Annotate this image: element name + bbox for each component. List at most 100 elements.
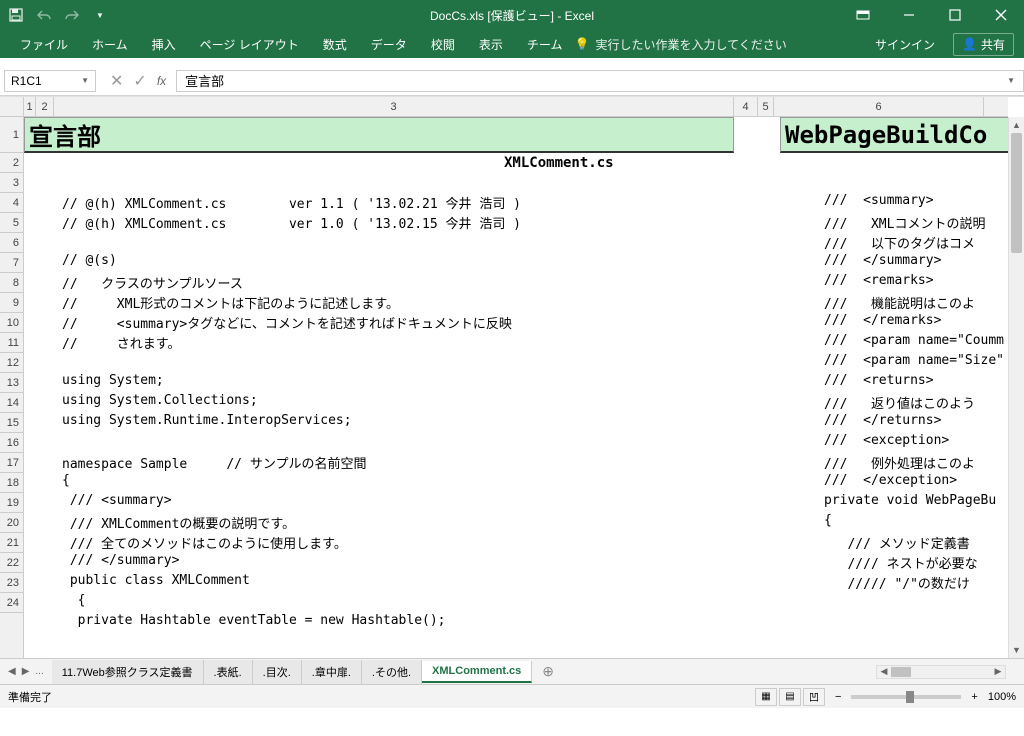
sheet-tab[interactable]: .目次. [253, 660, 302, 684]
tab-data[interactable]: データ [359, 30, 419, 59]
sheet-tab[interactable]: 11.7Web参照クラス定義書 [52, 660, 204, 684]
scroll-up-icon[interactable]: ▲ [1009, 117, 1024, 133]
code-row-right[interactable]: /// <param name="Size" [824, 353, 1024, 368]
row-header-14[interactable]: 14 [0, 393, 23, 413]
hscroll-thumb[interactable] [891, 667, 911, 677]
row-header-9[interactable]: 9 [0, 293, 23, 313]
code-row-right[interactable]: /// 機能説明はこのよ [824, 293, 1024, 312]
code-row-right[interactable]: /// 返り値はこのよう [824, 393, 1024, 412]
row-header-16[interactable]: 16 [0, 433, 23, 453]
code-row-right[interactable]: private void WebPageBu [824, 493, 1024, 508]
code-row-right[interactable]: /// メソッド定義書 [824, 533, 1024, 552]
tell-me-box[interactable]: 💡 実行したい作業を入力してください [574, 36, 786, 53]
sheet-tab-active[interactable]: XMLComment.cs [422, 661, 532, 683]
code-row-right[interactable]: /// <remarks> [824, 273, 1024, 288]
code-row[interactable]: private Hashtable eventTable = new Hasht… [62, 613, 446, 628]
zoom-knob[interactable] [906, 691, 914, 703]
code-row[interactable]: /// </summary> [62, 553, 179, 568]
code-row-right[interactable]: /// <param name="Coumm [824, 333, 1024, 348]
zoom-level[interactable]: 100% [988, 691, 1016, 703]
code-row-right[interactable]: /// 例外処理はこのよ [824, 453, 1024, 472]
select-all-corner[interactable] [0, 97, 24, 116]
scroll-left-icon[interactable]: ◀ [877, 666, 891, 677]
tab-home[interactable]: ホーム [80, 30, 140, 59]
code-row-right[interactable]: /// XMLコメントの説明 [824, 213, 1024, 232]
scroll-right-icon[interactable]: ▶ [991, 666, 1005, 677]
scrollbar-thumb[interactable] [1011, 133, 1022, 253]
code-row[interactable]: using System.Runtime.InteropServices; [62, 413, 352, 428]
code-row-right[interactable]: /// <exception> [824, 433, 1024, 448]
code-row-right[interactable]: /// <returns> [824, 373, 1024, 388]
code-row-right[interactable]: /// </remarks> [824, 313, 1024, 328]
view-page-break-icon[interactable]: 凹 [803, 688, 825, 706]
row-header-13[interactable]: 13 [0, 373, 23, 393]
zoom-slider[interactable] [851, 695, 961, 699]
row-header-10[interactable]: 10 [0, 313, 23, 333]
enter-formula-icon[interactable]: ✓ [133, 71, 146, 91]
maximize-icon[interactable] [932, 0, 978, 30]
ribbon-options-icon[interactable] [840, 0, 886, 30]
code-row-right[interactable]: { [824, 513, 1024, 528]
horizontal-scrollbar[interactable]: ◀ ▶ [876, 665, 1006, 679]
code-row[interactable]: // @(h) XMLComment.cs ver 1.1 ( '13.02.2… [62, 193, 521, 212]
row-header-8[interactable]: 8 [0, 273, 23, 293]
row-header-21[interactable]: 21 [0, 533, 23, 553]
sheet-tab[interactable]: .その他. [362, 660, 422, 684]
code-row[interactable]: // クラスのサンプルソース [62, 273, 243, 292]
col-header-6[interactable]: 6 [774, 97, 984, 116]
qat-dropdown-icon[interactable]: ▼ [92, 7, 108, 23]
sheet-tab[interactable]: .表紙. [204, 660, 253, 684]
row-header-2[interactable]: 2 [0, 153, 23, 173]
tab-pagelayout[interactable]: ページ レイアウト [188, 30, 311, 59]
row-header-3[interactable]: 3 [0, 173, 23, 193]
expand-formula-icon[interactable]: ▼ [1007, 76, 1015, 85]
code-row[interactable]: // XML形式のコメントは下記のように記述します。 [62, 293, 399, 312]
view-page-layout-icon[interactable]: ▤ [779, 688, 801, 706]
row-header-4[interactable]: 4 [0, 193, 23, 213]
code-row[interactable]: /// 全てのメソッドはこのように使用します。 [62, 533, 347, 552]
col-header-1[interactable]: 1 [24, 97, 36, 116]
section-title-left[interactable]: 宣言部 [24, 117, 734, 153]
tab-file[interactable]: ファイル [8, 30, 80, 59]
row-header-12[interactable]: 12 [0, 353, 23, 373]
code-row[interactable]: /// XMLCommentの概要の説明です。 [62, 513, 295, 532]
row-header-1[interactable]: 1 [0, 117, 23, 153]
cell-grid[interactable]: 宣言部 WebPageBuildCo XMLComment.cs // @(h)… [24, 117, 1008, 658]
row-header-19[interactable]: 19 [0, 493, 23, 513]
code-row-right[interactable]: /// <summary> [824, 193, 1024, 208]
close-icon[interactable] [978, 0, 1024, 30]
name-box[interactable]: R1C1 ▼ [4, 70, 96, 92]
row-header-11[interactable]: 11 [0, 333, 23, 353]
save-icon[interactable] [8, 7, 24, 23]
vertical-scrollbar[interactable]: ▲ ▼ [1008, 117, 1024, 658]
redo-icon[interactable] [64, 7, 80, 23]
code-row[interactable]: // @(s) [62, 253, 117, 268]
share-button[interactable]: 👤 共有 [953, 33, 1014, 56]
row-header-15[interactable]: 15 [0, 413, 23, 433]
minimize-icon[interactable] [886, 0, 932, 30]
section-title-right[interactable]: WebPageBuildCo [780, 117, 1024, 153]
code-row-right[interactable]: /// 以下のタグはコメ [824, 233, 1024, 252]
code-row[interactable]: // @(h) XMLComment.cs ver 1.0 ( '13.02.1… [62, 213, 521, 232]
code-row[interactable]: public class XMLComment [62, 573, 250, 588]
row-header-22[interactable]: 22 [0, 553, 23, 573]
col-header-3[interactable]: 3 [54, 97, 734, 116]
formula-input[interactable]: 宣言部 ▼ [176, 70, 1024, 92]
row-header-17[interactable]: 17 [0, 453, 23, 473]
row-header-24[interactable]: 24 [0, 593, 23, 613]
undo-icon[interactable] [36, 7, 52, 23]
code-row-right[interactable]: /// </returns> [824, 413, 1024, 428]
fx-icon[interactable]: fx [157, 74, 166, 88]
col-header-5[interactable]: 5 [758, 97, 774, 116]
col-header-2[interactable]: 2 [36, 97, 54, 116]
tab-review[interactable]: 校閲 [419, 30, 467, 59]
sheet-nav-first-icon[interactable]: ◀ [8, 666, 16, 677]
view-normal-icon[interactable]: ▦ [755, 688, 777, 706]
tab-insert[interactable]: 挿入 [140, 30, 188, 59]
code-row[interactable]: // されます。 [62, 333, 181, 352]
zoom-in-icon[interactable]: + [971, 691, 977, 703]
tab-formulas[interactable]: 数式 [311, 30, 359, 59]
sheet-nav-ellipsis[interactable]: ... [35, 666, 43, 677]
code-row[interactable]: /// <summary> [62, 493, 172, 508]
row-header-18[interactable]: 18 [0, 473, 23, 493]
